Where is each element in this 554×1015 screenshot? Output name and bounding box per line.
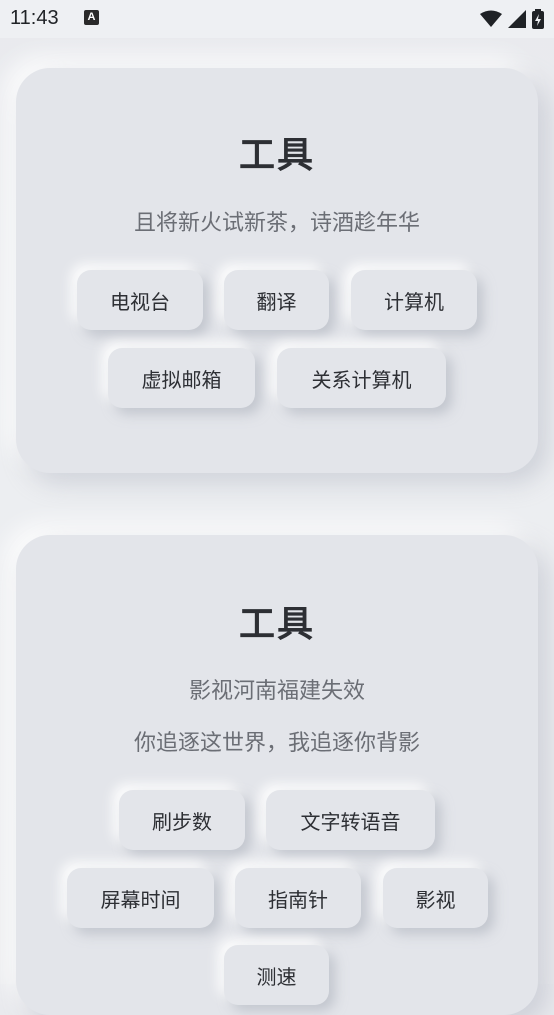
tv-station-button[interactable]: 电视台 — [77, 270, 203, 330]
screen-time-button[interactable]: 屏幕时间 — [67, 868, 214, 928]
text-to-speech-button[interactable]: 文字转语音 — [266, 790, 435, 850]
translate-button[interactable]: 翻译 — [224, 270, 329, 330]
tools-card-1: 工具 且将新火试新茶，诗酒趁年华 电视台 翻译 计算机 虚拟邮箱 关系计算机 — [16, 68, 538, 473]
calculator-button[interactable]: 计算机 — [351, 270, 477, 330]
battery-icon — [532, 9, 544, 29]
speed-test-button[interactable]: 测速 — [224, 945, 329, 1005]
tools-card-2: 工具 影视河南福建失效 你追逐这世界，我追逐你背影 刷步数 文字转语音 屏幕时间… — [16, 535, 538, 1015]
card-subtitle-2: 你追逐这世界，我追逐你背影 — [133, 731, 420, 756]
card-title: 工具 — [238, 604, 315, 645]
virtual-mailbox-button[interactable]: 虚拟邮箱 — [108, 348, 255, 408]
video-button[interactable]: 影视 — [383, 868, 488, 928]
wifi-icon — [480, 10, 502, 27]
card-title: 工具 — [238, 135, 315, 176]
signal-icon — [508, 10, 526, 28]
card-subtitle-1: 影视河南福建失效 — [188, 679, 365, 704]
card-subtitle: 且将新火试新茶，诗酒趁年华 — [133, 211, 420, 236]
notification-icon: A — [84, 10, 99, 25]
status-time: 11:43 — [10, 7, 59, 29]
step-count-button[interactable]: 刷步数 — [119, 790, 245, 850]
compass-button[interactable]: 指南针 — [235, 868, 361, 928]
relationship-calculator-button[interactable]: 关系计算机 — [277, 348, 446, 408]
status-bar: 11:43 A — [0, 0, 554, 38]
